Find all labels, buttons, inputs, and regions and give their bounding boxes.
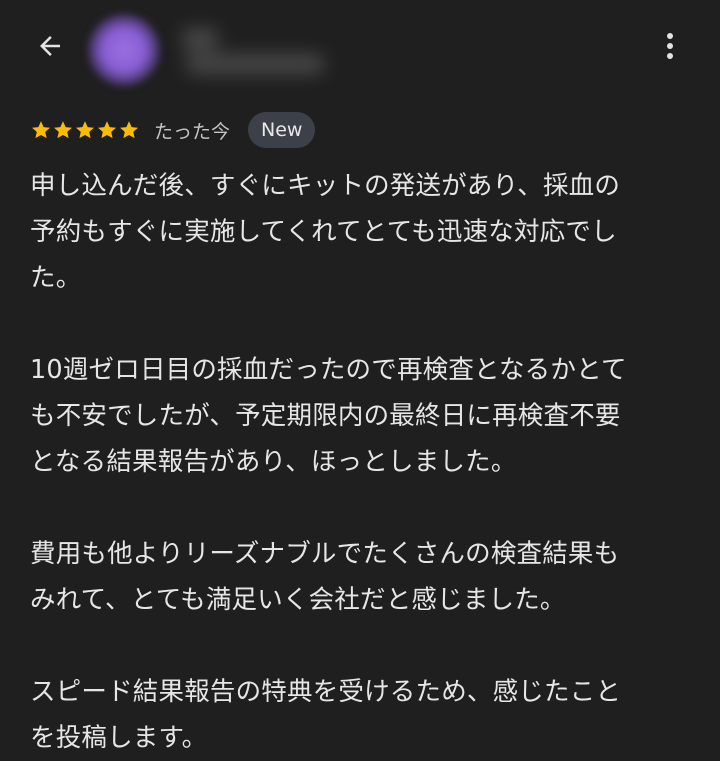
star-icon xyxy=(32,121,50,139)
more-vert-icon xyxy=(667,33,673,59)
review-paragraph: 10週ゼロ日目の採血だったので再検査となるかとて も不安でしたが、予定期限内の最… xyxy=(30,355,627,477)
review-paragraph: 費用も他よりリーズナブルでたくさんの検査結果も みれて、とても満足いく会社だと感… xyxy=(30,539,620,615)
new-badge: New xyxy=(248,112,316,148)
review-paragraph: スピード結果報告の特典を受けるため、感じたこと を投稿します。 xyxy=(30,677,622,753)
review-time: たった今 xyxy=(154,120,231,143)
avatar[interactable] xyxy=(88,14,160,86)
review-text: 申し込んだ後、すぐにキットの発送があり、採血の 予約もすぐに実施してくれてとても… xyxy=(30,163,700,761)
star-icon xyxy=(120,121,138,139)
star-icon xyxy=(98,121,116,139)
review-header xyxy=(0,0,720,95)
star-icon xyxy=(76,121,94,139)
star-icon xyxy=(54,121,72,139)
star-rating xyxy=(30,119,140,141)
back-button[interactable] xyxy=(26,22,74,70)
review-meta: たった今 New xyxy=(30,110,316,150)
reviewer-name-blurred[interactable] xyxy=(178,22,328,82)
more-options-button[interactable] xyxy=(648,22,692,70)
arrow-left-icon xyxy=(40,36,60,56)
review-paragraph: 申し込んだ後、すぐにキットの発送があり、採血の 予約もすぐに実施してくれてとても… xyxy=(30,171,621,293)
